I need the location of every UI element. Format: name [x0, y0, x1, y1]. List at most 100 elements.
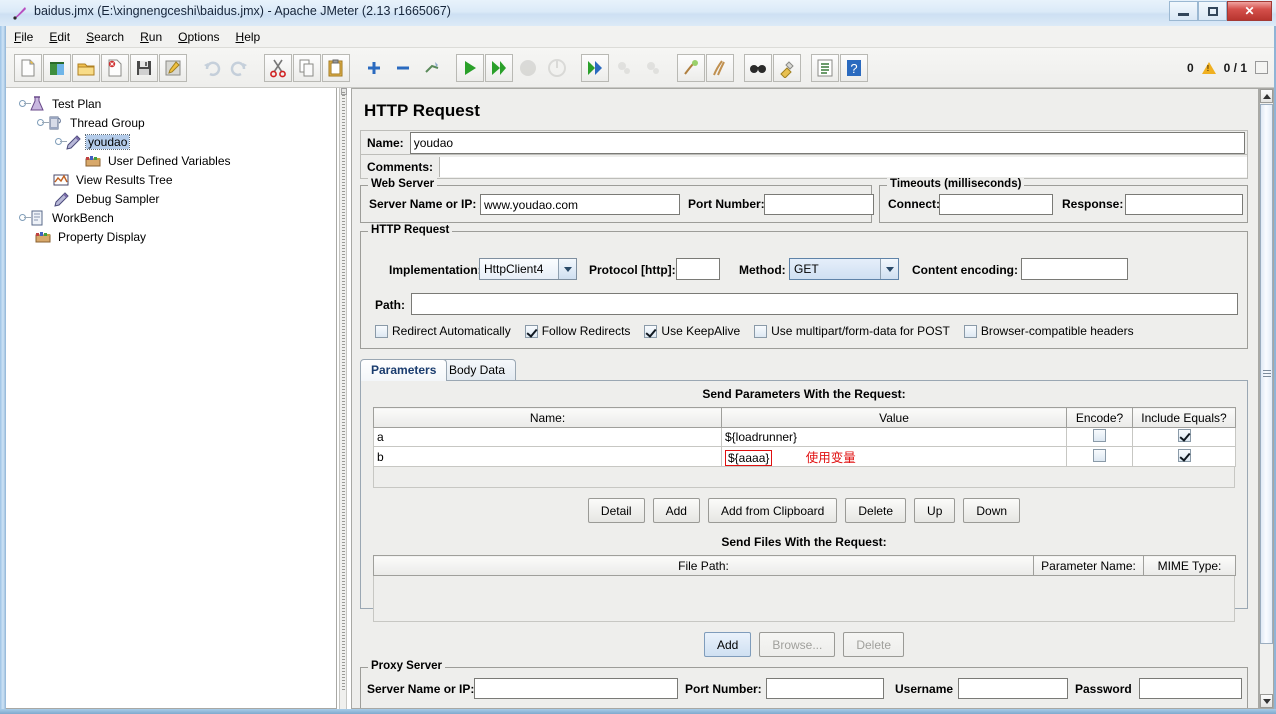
table-row[interactable]: a ${loadrunner} — [373, 427, 1236, 447]
clear-all-icon[interactable] — [706, 53, 734, 82]
open-icon[interactable] — [72, 53, 100, 82]
checkbox-icon[interactable] — [1093, 448, 1106, 462]
name-input[interactable]: youdao — [409, 131, 1245, 154]
save-as-icon[interactable] — [159, 53, 187, 82]
column-header-name[interactable]: Name: — [373, 407, 722, 428]
param-name-cell[interactable]: a — [373, 427, 722, 447]
checkbox-icon[interactable] — [1177, 448, 1191, 462]
option-use-keepalive[interactable]: Use KeepAlive — [644, 324, 740, 338]
add-parameter-button[interactable]: Add — [652, 498, 700, 523]
panel-splitter[interactable] — [339, 88, 347, 709]
minimize-button[interactable] — [1169, 1, 1198, 21]
column-header-include-equals[interactable]: Include Equals? — [1132, 407, 1236, 428]
function-helper-icon[interactable] — [811, 53, 839, 82]
port-number-input[interactable] — [764, 194, 874, 215]
new-icon[interactable] — [14, 53, 42, 82]
checkbox-icon[interactable] — [524, 324, 538, 338]
menu-options[interactable]: Options — [170, 28, 227, 46]
cut-icon[interactable] — [264, 53, 292, 82]
collapse-all-icon[interactable] — [389, 54, 417, 82]
toggle-icon[interactable] — [418, 54, 446, 82]
clear-icon[interactable] — [677, 53, 705, 82]
content-encoding-input[interactable] — [1021, 258, 1128, 280]
table-row[interactable]: b ${aaaa} 使用变量 — [373, 446, 1236, 467]
search-icon[interactable] — [744, 53, 772, 82]
option-use-multipart[interactable]: Use multipart/form-data for POST — [754, 324, 950, 338]
path-input[interactable] — [411, 293, 1238, 315]
files-table-empty-body[interactable] — [373, 576, 1235, 622]
column-header-encode[interactable]: Encode? — [1066, 407, 1133, 428]
tree-node-debug-sampler[interactable]: Debug Sampler — [14, 189, 336, 208]
connect-timeout-input[interactable] — [939, 194, 1053, 215]
column-header-file-path[interactable]: File Path: — [373, 555, 1034, 576]
scrollbar-thumb[interactable] — [1260, 104, 1273, 644]
expand-handle-icon[interactable] — [52, 136, 67, 148]
option-redirect-automatically[interactable]: Redirect Automatically — [375, 324, 511, 338]
tree-node-user-defined-variables[interactable]: User Defined Variables — [14, 151, 336, 170]
option-follow-redirects[interactable]: Follow Redirects — [524, 324, 630, 338]
checkbox-icon[interactable] — [375, 324, 388, 338]
close-file-icon[interactable] — [101, 53, 129, 82]
protocol-input[interactable] — [676, 258, 720, 280]
expand-handle-icon[interactable] — [16, 98, 31, 110]
response-timeout-input[interactable] — [1125, 194, 1243, 215]
parameters-table[interactable]: Name: Value Encode? Include Equals? a ${… — [373, 407, 1236, 467]
checkbox-icon[interactable] — [644, 324, 658, 338]
scroll-up-button[interactable] — [1260, 89, 1273, 103]
menu-help[interactable]: Help — [228, 28, 269, 46]
proxy-port-input[interactable] — [766, 678, 884, 699]
tab-body-data[interactable]: Body Data — [438, 359, 517, 381]
checkbox-icon[interactable] — [963, 324, 977, 338]
templates-icon[interactable] — [43, 53, 71, 82]
save-icon[interactable] — [130, 53, 158, 82]
paste-icon[interactable] — [322, 53, 350, 82]
tree-node-test-plan[interactable]: Test Plan — [14, 94, 336, 113]
tree-node-workbench[interactable]: WorkBench — [14, 208, 336, 227]
column-header-parameter-name[interactable]: Parameter Name: — [1033, 555, 1144, 576]
checkbox-icon[interactable] — [1177, 429, 1191, 442]
method-dropdown[interactable]: GET — [789, 258, 899, 280]
start-icon[interactable] — [456, 53, 484, 82]
param-encode-cell[interactable] — [1066, 427, 1133, 447]
proxy-username-input[interactable] — [958, 678, 1068, 699]
column-header-value[interactable]: Value — [721, 407, 1067, 428]
server-name-input[interactable]: www.youdao.com — [480, 194, 680, 215]
tree-node-property-display[interactable]: Property Display — [14, 227, 336, 246]
param-encode-cell[interactable] — [1066, 446, 1133, 467]
main-vertical-scrollbar[interactable] — [1259, 88, 1274, 709]
tab-parameters[interactable]: Parameters — [360, 359, 448, 381]
move-up-button[interactable]: Up — [914, 498, 956, 523]
expand-handle-icon[interactable] — [34, 117, 49, 129]
checkbox-icon[interactable] — [754, 324, 768, 338]
param-value-cell-annotated[interactable]: ${aaaa} 使用变量 — [721, 446, 1067, 467]
copy-icon[interactable] — [293, 53, 321, 82]
chevron-down-icon[interactable] — [880, 259, 898, 279]
tree-node-thread-group[interactable]: Thread Group — [14, 113, 336, 132]
checkbox-icon[interactable] — [1093, 429, 1106, 442]
comments-input[interactable] — [439, 156, 1247, 177]
detail-button[interactable]: Detail — [587, 498, 645, 523]
delete-parameter-button[interactable]: Delete — [845, 498, 907, 523]
scroll-down-button[interactable] — [1260, 694, 1273, 708]
help-icon[interactable]: ? — [840, 53, 868, 82]
move-down-button[interactable]: Down — [963, 498, 1021, 523]
tree-node-youdao[interactable]: youdao — [14, 132, 336, 151]
test-plan-tree[interactable]: Test Plan Thread Group youdao User Defin… — [6, 88, 337, 709]
proxy-password-input[interactable] — [1139, 678, 1242, 699]
param-include-equals-cell[interactable] — [1132, 446, 1236, 467]
menu-run[interactable]: Run — [132, 28, 170, 46]
maximize-button[interactable] — [1198, 1, 1227, 21]
start-remote-icon[interactable] — [581, 53, 609, 82]
proxy-server-name-input[interactable] — [474, 678, 678, 699]
column-header-mime-type[interactable]: MIME Type: — [1143, 555, 1236, 576]
add-file-button[interactable]: Add — [703, 632, 752, 657]
reset-search-icon[interactable] — [773, 53, 801, 82]
title-bar[interactable]: baidus.jmx (E:\xingnengceshi\baidus.jmx)… — [0, 0, 1276, 26]
param-value-cell[interactable]: ${loadrunner} — [721, 427, 1067, 447]
param-name-cell[interactable]: b — [373, 446, 722, 467]
menu-search[interactable]: Search — [78, 28, 132, 46]
option-browser-compatible-headers[interactable]: Browser-compatible headers — [963, 324, 1134, 338]
tree-node-view-results-tree[interactable]: View Results Tree — [14, 170, 336, 189]
implementation-dropdown[interactable]: HttpClient4 — [479, 258, 577, 280]
start-no-pauses-icon[interactable] — [485, 53, 513, 82]
